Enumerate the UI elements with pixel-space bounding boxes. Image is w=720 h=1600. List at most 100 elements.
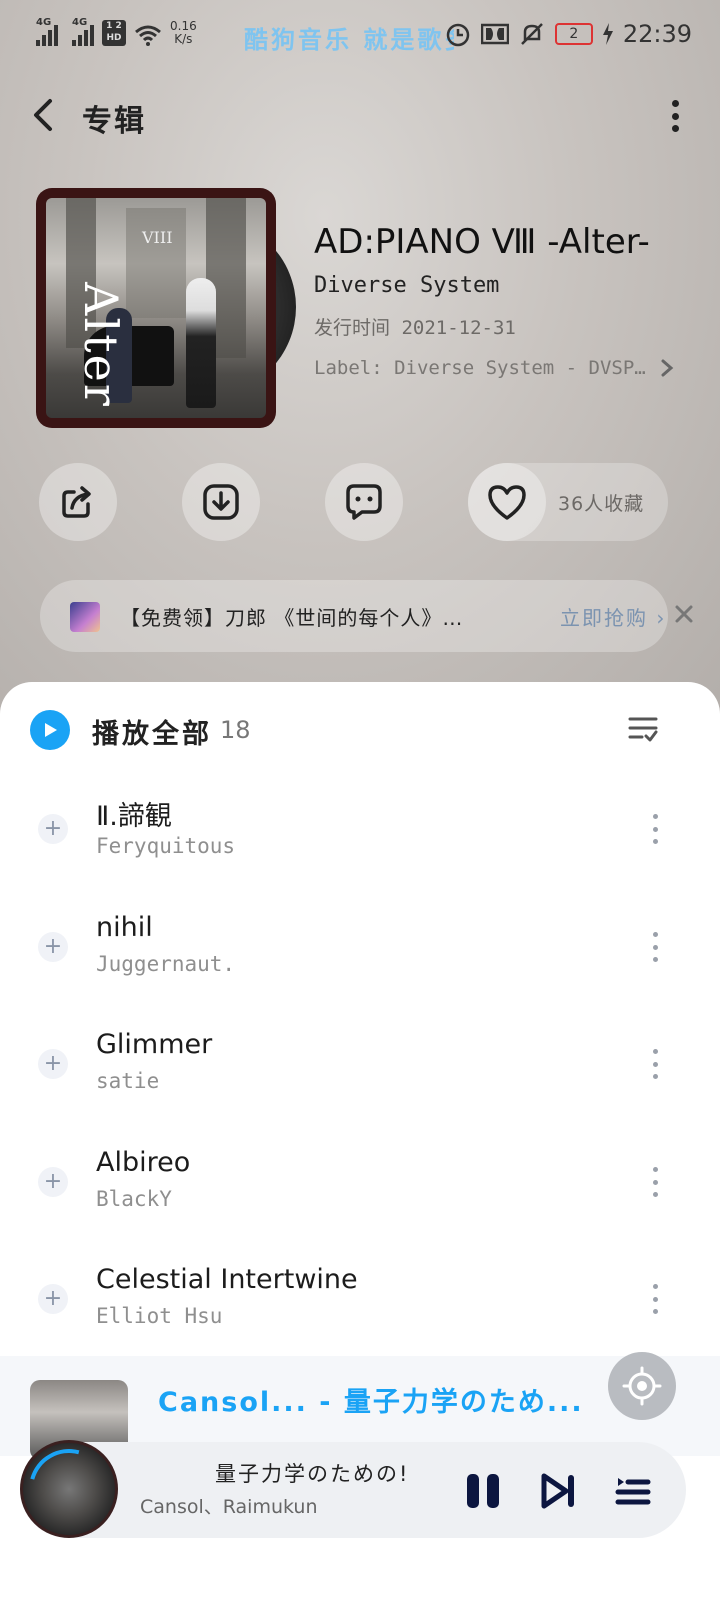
add-to-queue-button[interactable]: + — [38, 1284, 68, 1314]
favorite-icon-circle — [468, 463, 546, 541]
more-dot — [652, 1309, 658, 1314]
promo-thumbnail — [70, 602, 100, 632]
song-more-button[interactable] — [650, 814, 660, 844]
song-artist: BlackY — [96, 1187, 172, 1211]
more-dot — [671, 112, 679, 120]
add-to-queue-button[interactable]: + — [38, 932, 68, 962]
net-speed-unit: K/s — [174, 32, 193, 46]
more-dot — [652, 1061, 658, 1067]
more-dot — [652, 1074, 658, 1079]
back-button[interactable] — [26, 95, 60, 135]
song-title: Celestial Intertwine — [96, 1264, 358, 1295]
song-title: nihil — [96, 912, 153, 943]
close-icon[interactable] — [672, 602, 696, 626]
status-bar-right: 2 22:39 — [445, 20, 692, 48]
album-release-date: 发行时间 2021-12-31 — [314, 317, 516, 339]
cover-building — [126, 208, 186, 318]
add-to-queue-button[interactable]: + — [38, 814, 68, 844]
heart-icon — [488, 485, 526, 520]
hd-voice-icon: 1 2 HD — [102, 20, 126, 46]
more-dot — [652, 1296, 658, 1302]
chevron-right-icon[interactable] — [660, 358, 674, 378]
network-type-1: 4G — [36, 17, 52, 28]
dolby-icon — [480, 23, 509, 45]
song-artist: Juggernaut. — [96, 952, 236, 976]
more-dot — [652, 1179, 658, 1185]
album-label[interactable]: Label: Diverse System - DVSP… — [314, 357, 654, 379]
now-playing-album-disc[interactable] — [20, 1440, 118, 1538]
promo-banner[interactable]: 【免费领】刀郎 《世间的每个人》… 立即抢购 › — [40, 580, 693, 652]
locate-current-song-button[interactable] — [608, 1352, 676, 1420]
cellular-signal-icon: 4G — [36, 17, 58, 46]
album-cover[interactable]: VIII Alter — [36, 188, 276, 428]
list-item[interactable]: + nihil Juggernaut. — [0, 888, 720, 1006]
more-dot — [652, 826, 658, 832]
track-count: 18 — [220, 716, 251, 744]
charging-icon — [602, 23, 613, 45]
more-dot — [652, 1284, 658, 1289]
play-queue-button[interactable] — [612, 1470, 654, 1512]
play-all-label[interactable]: 播放全部 — [92, 712, 212, 751]
song-artist: satie — [96, 1069, 160, 1093]
album-cover-art: VIII Alter — [46, 198, 266, 418]
network-speed: 0.16 K/s — [170, 20, 197, 46]
comment-icon — [346, 484, 382, 520]
more-dot — [671, 100, 679, 107]
cellular-signal-icon-2: 4G — [72, 17, 94, 46]
more-dot — [652, 1192, 658, 1197]
more-dot — [671, 125, 679, 132]
now-playing-artist: Cansol、Raimukun — [140, 1496, 318, 1518]
next-track-button[interactable] — [536, 1470, 578, 1512]
song-title: Ⅱ.諦観 — [96, 801, 172, 832]
list-item[interactable]: + Albireo BlackY — [0, 1123, 720, 1241]
song-title: Glimmer — [96, 1029, 213, 1060]
page-title: 专辑 — [82, 104, 146, 139]
song-title: Albireo — [96, 1147, 191, 1178]
add-to-queue-button[interactable]: + — [38, 1049, 68, 1079]
playback-progress-arc — [23, 1443, 115, 1535]
add-to-queue-button[interactable]: + — [38, 1167, 68, 1197]
share-icon — [62, 486, 91, 518]
more-dot — [652, 944, 658, 950]
hd-badge: HD — [106, 33, 122, 43]
comment-button[interactable] — [325, 463, 403, 541]
list-item[interactable]: + Celestial Intertwine Elliot Hsu — [0, 1240, 720, 1358]
promo-cta-label: 立即抢购 — [560, 606, 648, 630]
share-button[interactable] — [39, 463, 117, 541]
song-more-button[interactable] — [650, 932, 660, 962]
list-select-icon[interactable] — [628, 714, 658, 744]
song-more-button[interactable] — [650, 1049, 660, 1079]
now-playing-title[interactable]: 量子力学のための! — [215, 1458, 430, 1488]
album-artist[interactable]: Diverse System — [314, 273, 499, 298]
cover-volume-number: VIII — [142, 228, 173, 247]
list-item[interactable]: + Ⅱ.諦観 Feryquitous — [0, 770, 720, 888]
current-lyric-line[interactable]: Cansol... - 量子力学のため... — [158, 1380, 584, 1419]
promo-cta-link[interactable]: 立即抢购 › — [560, 602, 666, 631]
mini-player-bar[interactable] — [20, 1442, 686, 1538]
cover-figure — [186, 278, 216, 408]
more-dot — [652, 839, 658, 844]
play-icon — [45, 723, 57, 737]
status-bar-left: 4G 4G 1 2 HD 0.16 K/s — [36, 17, 197, 46]
download-button[interactable] — [182, 463, 260, 541]
favorite-count: 36人收藏 — [558, 493, 645, 515]
more-dot — [652, 1167, 658, 1172]
more-options-button[interactable] — [670, 100, 680, 132]
list-item[interactable]: + Glimmer satie — [0, 1005, 720, 1123]
play-all-button[interactable] — [30, 710, 70, 750]
more-dot — [652, 814, 658, 819]
alarm-icon — [446, 23, 470, 47]
network-type-2: 4G — [72, 17, 88, 28]
download-icon — [203, 484, 239, 520]
favorite-button[interactable]: 36人收藏 — [468, 463, 668, 541]
status-bar: 4G 4G 1 2 HD 0.16 K/s 酷狗音乐 就是歌多 2 22:39 — [0, 0, 720, 72]
song-artist: Elliot Hsu — [96, 1304, 223, 1328]
more-dot — [652, 957, 658, 962]
more-dot — [652, 1049, 658, 1054]
battery-icon: 2 — [554, 23, 593, 45]
target-icon — [622, 1366, 662, 1406]
song-more-button[interactable] — [650, 1167, 660, 1197]
pause-button[interactable] — [462, 1470, 504, 1512]
song-more-button[interactable] — [650, 1284, 660, 1314]
cover-title-text: Alter — [73, 282, 128, 408]
